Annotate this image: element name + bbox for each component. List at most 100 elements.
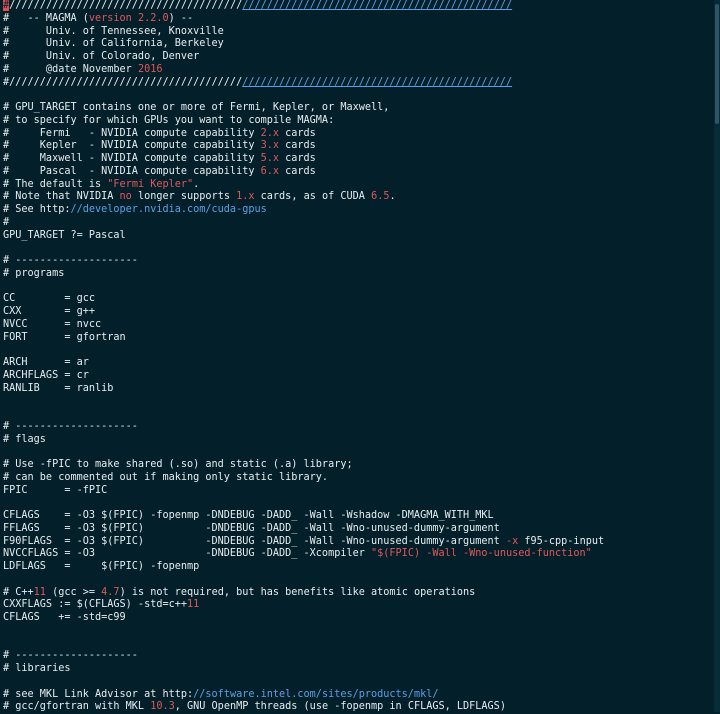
code-token: . bbox=[193, 178, 200, 190]
code-token: # -------------------- bbox=[3, 420, 138, 432]
code-line: # -------------------- bbox=[3, 421, 720, 434]
code-token: # -------------------- bbox=[3, 650, 138, 662]
code-token: 10.3 bbox=[150, 701, 175, 713]
code-line: RANLIB = ranlib bbox=[3, 383, 720, 396]
code-line: # libraries bbox=[3, 663, 720, 676]
code-token: LDFLAGS = $(FPIC) -fopenmp bbox=[3, 561, 200, 572]
code-line: NVCC = nvcc bbox=[3, 319, 720, 332]
code-token: # The default is bbox=[3, 178, 108, 190]
code-token: # Kepler - NVIDIA compute capability bbox=[3, 140, 261, 152]
code-token: 11 bbox=[187, 599, 200, 611]
code-token: GPU_TARGET ?= Pascal bbox=[3, 229, 126, 241]
code-token: 6.x bbox=[260, 165, 280, 177]
code-token: # Univ. of Colorado, Denver bbox=[3, 51, 200, 62]
code-line: # -------------------- bbox=[3, 650, 720, 663]
code-token: # gcc/gfortran with MKL bbox=[3, 701, 151, 713]
code-token: RANLIB = ranlib bbox=[3, 382, 114, 394]
code-token: 1.x bbox=[236, 191, 255, 203]
code-token: # Use -fPIC to make shared (.so) and sta… bbox=[3, 459, 353, 470]
code-token: # Univ. of California, Berkeley bbox=[3, 38, 224, 50]
code-line: CC = gcc bbox=[3, 293, 720, 306]
code-line: CFLAGS = -O3 $(FPIC) -fopenmp -DNDEBUG -… bbox=[3, 510, 720, 523]
code-line: # @date November 2016 bbox=[3, 64, 720, 77]
code-token: # Maxwell - NVIDIA compute capability bbox=[3, 153, 261, 164]
code-line: ARCH = ar bbox=[3, 357, 720, 370]
code-token: ) -- bbox=[168, 12, 194, 24]
code-line: # bbox=[3, 217, 720, 230]
code-line: FPIC = -fPIC bbox=[3, 485, 720, 498]
code-token: # GPU_TARGET contains one or more of Fer… bbox=[3, 102, 390, 113]
scrollbar-thumb[interactable] bbox=[715, 4, 719, 124]
code-line: F90FLAGS = -O3 $(FPIC) -DNDEBUG -DADD_ -… bbox=[3, 536, 720, 549]
code-line: #///////////////////////////////////////… bbox=[3, 77, 720, 90]
code-line: # C++11 (gcc >= 4.7) is not required, bu… bbox=[3, 587, 720, 600]
code-line: # can be commented out if making only st… bbox=[3, 472, 720, 485]
code-token: -x bbox=[505, 535, 519, 547]
code-line: NVCCFLAGS = -O3 -DNDEBUG -DADD_ -Xcompil… bbox=[3, 548, 720, 561]
code-token: NVCC = nvcc bbox=[3, 318, 102, 330]
code-token: # -------------------- bbox=[3, 255, 138, 266]
code-line: # see MKL Link Advisor at http://softwar… bbox=[3, 689, 720, 702]
code-token: # to specify for which GPUs you want to … bbox=[3, 114, 335, 126]
code-line: #///////////////////////////////////////… bbox=[3, 0, 720, 13]
code-line: ARCHFLAGS = cr bbox=[3, 370, 720, 383]
code-line: # flags bbox=[3, 434, 720, 447]
code-line: # Univ. of California, Berkeley bbox=[3, 38, 720, 51]
code-token: NVCCFLAGS = -O3 -DNDEBUG -DADD_ -Xcompil… bbox=[3, 548, 372, 560]
code-token: . bbox=[389, 191, 396, 203]
code-line: # Use -fPIC to make shared (.so) and sta… bbox=[3, 459, 720, 472]
code-token: , GNU OpenMP threads (use -fopenmp in CF… bbox=[174, 701, 506, 713]
code-line: # programs bbox=[3, 268, 720, 281]
scrollbar[interactable] bbox=[714, 0, 720, 712]
code-token: CFLAGS = -O3 $(FPIC) -fopenmp -DNDEBUG -… bbox=[3, 510, 494, 521]
code-token: 11 bbox=[33, 586, 46, 598]
code-token: # Pascal - NVIDIA compute capability bbox=[3, 165, 261, 177]
editor-content[interactable]: #///////////////////////////////////////… bbox=[3, 0, 720, 714]
code-token: ARCHFLAGS = cr bbox=[3, 369, 89, 381]
code-line: # Kepler - NVIDIA compute capability 3.x… bbox=[3, 140, 720, 153]
code-line: # Pascal - NVIDIA compute capability 6.x… bbox=[3, 166, 720, 179]
code-token: cards bbox=[279, 127, 316, 139]
code-token: # programs bbox=[3, 267, 65, 279]
code-token: 5.x bbox=[260, 153, 280, 164]
code-token: # See http: bbox=[3, 204, 71, 215]
code-token: # -- MAGMA ( bbox=[3, 12, 89, 24]
code-token: FORT = gfortran bbox=[3, 331, 126, 343]
code-token: ////////////////////////////////////////… bbox=[242, 0, 513, 11]
code-token: ARCH = ar bbox=[3, 357, 89, 368]
code-line: FORT = gfortran bbox=[3, 332, 720, 345]
code-token: # @date November bbox=[3, 63, 138, 75]
code-token: # bbox=[3, 216, 10, 228]
code-token: 3.x bbox=[260, 140, 280, 152]
code-line: # -- MAGMA (version 2.2.0) -- bbox=[3, 13, 720, 26]
code-token: "Fermi Kepler" bbox=[107, 178, 194, 190]
code-line: # Univ. of Tennessee, Knoxville bbox=[3, 26, 720, 39]
code-token: 6.5 bbox=[371, 191, 390, 203]
code-token: CXX = g++ bbox=[3, 306, 96, 317]
code-token: cards bbox=[279, 165, 316, 177]
code-token: # can be commented out if making only st… bbox=[3, 471, 329, 483]
code-line: CFLAGS += -std=c99 bbox=[3, 612, 720, 625]
code-token: CXXFLAGS := $(CFLAGS) -std=c++ bbox=[3, 599, 188, 611]
terminal-editor[interactable]: #///////////////////////////////////////… bbox=[0, 0, 720, 712]
code-token: //developer.nvidia.com/cuda-gpus bbox=[70, 204, 267, 215]
code-token: FFLAGS = -O3 $(FPIC) -DNDEBUG -DADD_ -Wa… bbox=[3, 522, 500, 534]
code-token: //software.intel.com/sites/products/mkl/ bbox=[193, 688, 439, 700]
code-line: # gcc/gfortran with MKL 10.3, GNU OpenMP… bbox=[3, 701, 720, 714]
code-line: # See http://developer.nvidia.com/cuda-g… bbox=[3, 204, 720, 217]
code-token: ////////////////////////////////////// bbox=[9, 0, 243, 11]
code-token: ////////////////////////////////////////… bbox=[242, 76, 513, 88]
code-token: version 2.2.0 bbox=[88, 12, 169, 24]
code-token: # Univ. of Tennessee, Knoxville bbox=[3, 25, 224, 37]
code-line: FFLAGS = -O3 $(FPIC) -DNDEBUG -DADD_ -Wa… bbox=[3, 523, 720, 536]
code-token: ) is not required, but has benefits like… bbox=[119, 586, 476, 598]
